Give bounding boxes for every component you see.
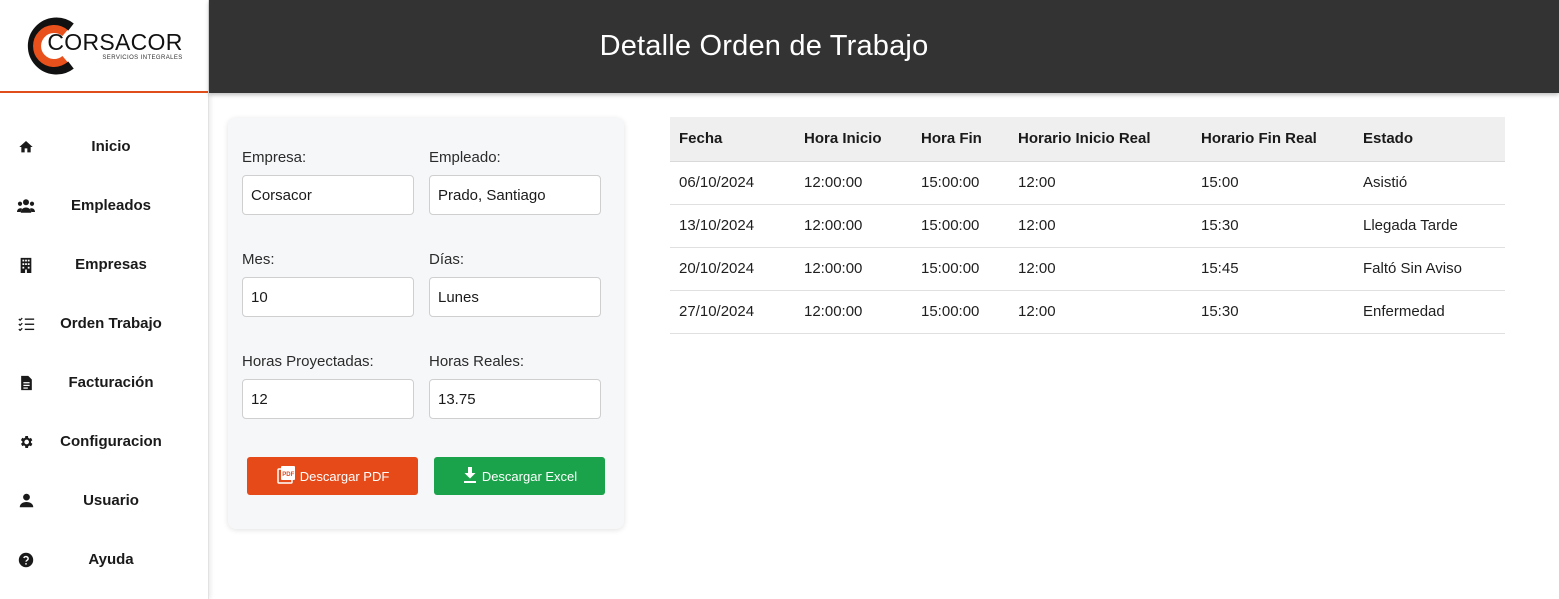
cell-fecha: 27/10/2024 [670,290,795,334]
download-excel-label: Descargar Excel [481,468,578,484]
cell-estado: Faltó Sin Aviso [1354,247,1505,291]
horas-reales-input[interactable] [429,379,601,419]
cell-hora-fin: 15:00:00 [912,204,1009,248]
sidebar-item-ayuda[interactable]: Ayuda [0,530,208,589]
help-icon [17,551,35,569]
home-icon [17,138,35,156]
building-icon [17,256,35,274]
sidebar-nav: Inicio Empleados Empresas Orden Trabajo … [0,93,208,589]
cell-horario-fin-real: 15:45 [1192,247,1354,291]
column-header-hora-inicio: Hora Inicio [795,117,912,162]
dias-input[interactable] [429,277,601,317]
empresa-field-group: Empresa: [242,149,414,215]
horas-reales-label: Horas Reales: [429,353,525,370]
download-excel-button[interactable]: Descargar Excel [434,457,605,495]
table-row: 06/10/2024 12:00:00 15:00:00 12:00 15:00… [670,161,1505,205]
dias-label: Días: [429,251,465,268]
column-header-horario-fin-real: Horario Fin Real [1192,117,1354,162]
logo[interactable]: CORSACOR SERVICIOS INTEGRALES [25,15,182,77]
logo-tagline: SERVICIOS INTEGRALES [102,55,183,61]
mes-input[interactable] [242,277,414,317]
sidebar-item-empleados[interactable]: Empleados [0,176,208,235]
cell-horario-inicio-real: 12:00 [1009,161,1192,205]
cell-horario-inicio-real: 12:00 [1009,204,1192,248]
cell-horario-inicio-real: 12:00 [1009,290,1192,334]
cell-hora-inicio: 12:00:00 [795,290,912,334]
table-row: 13/10/2024 12:00:00 15:00:00 12:00 15:30… [670,204,1505,248]
logo-area: CORSACOR SERVICIOS INTEGRALES [0,0,208,93]
sidebar: CORSACOR SERVICIOS INTEGRALES Inicio Emp… [0,0,209,599]
sidebar-item-usuario[interactable]: Usuario [0,471,208,530]
sidebar-item-facturacion[interactable]: Facturación [0,353,208,412]
cell-fecha: 13/10/2024 [670,204,795,248]
download-pdf-label: Descargar PDF [299,468,390,484]
cell-fecha: 06/10/2024 [670,161,795,205]
download-icon [462,466,478,487]
cell-estado: Enfermedad [1354,290,1505,334]
sidebar-item-orden-trabajo[interactable]: Orden Trabajo [0,294,208,353]
cell-horario-inicio-real: 12:00 [1009,247,1192,291]
column-header-hora-fin: Hora Fin [912,117,1009,162]
empresa-input[interactable] [242,175,414,215]
cell-hora-inicio: 12:00:00 [795,161,912,205]
cell-fecha: 20/10/2024 [670,247,795,291]
cell-hora-fin: 15:00:00 [912,161,1009,205]
cell-hora-inicio: 12:00:00 [795,204,912,248]
column-header-fecha: Fecha [670,117,795,162]
sidebar-item-inicio[interactable]: Inicio [0,117,208,176]
cell-hora-inicio: 12:00:00 [795,247,912,291]
column-header-estado: Estado [1354,117,1505,162]
svg-text:PDF: PDF [282,472,294,478]
cell-hora-fin: 15:00:00 [912,247,1009,291]
horas-proyectadas-field-group: Horas Proyectadas: [242,353,414,419]
empleado-input[interactable] [429,175,601,215]
cell-hora-fin: 15:00:00 [912,290,1009,334]
table-row: 20/10/2024 12:00:00 15:00:00 12:00 15:45… [670,247,1505,291]
table-row: 27/10/2024 12:00:00 15:00:00 12:00 15:30… [670,290,1505,334]
cell-estado: Asistió [1354,161,1505,205]
pdf-file-icon: PDF [276,465,296,488]
dias-field-group: Días: [429,251,601,317]
attendance-table: Fecha Hora Inicio Hora Fin Horario Inici… [670,117,1505,334]
logo-name: CORSACOR [47,29,183,55]
page-title: Detalle Orden de Trabajo [599,30,929,62]
sidebar-item-configuracion[interactable]: Configuracion [0,412,208,471]
horas-proyectadas-label: Horas Proyectadas: [242,353,374,370]
table-header-row: Fecha Hora Inicio Hora Fin Horario Inici… [670,117,1505,162]
empleado-label: Empleado: [429,149,501,166]
page-header: Detalle Orden de Trabajo [209,0,1559,93]
gear-icon [17,433,35,451]
order-detail-card: Empresa: Empleado: Mes: Días: Horas Proy… [228,118,624,529]
mes-label: Mes: [242,251,275,268]
user-icon [17,492,35,510]
cell-horario-fin-real: 15:30 [1192,290,1354,334]
document-icon [17,374,35,392]
cell-horario-fin-real: 15:30 [1192,204,1354,248]
checklist-icon [17,315,35,333]
sidebar-item-empresas[interactable]: Empresas [0,235,208,294]
column-header-horario-inicio-real: Horario Inicio Real [1009,117,1192,162]
empresa-label: Empresa: [242,149,307,166]
horas-proyectadas-input[interactable] [242,379,414,419]
people-icon [17,197,35,215]
empleado-field-group: Empleado: [429,149,601,215]
horas-reales-field-group: Horas Reales: [429,353,601,419]
cell-estado: Llegada Tarde [1354,204,1505,248]
download-pdf-button[interactable]: PDF Descargar PDF [247,457,418,495]
cell-horario-fin-real: 15:00 [1192,161,1354,205]
mes-field-group: Mes: [242,251,414,317]
